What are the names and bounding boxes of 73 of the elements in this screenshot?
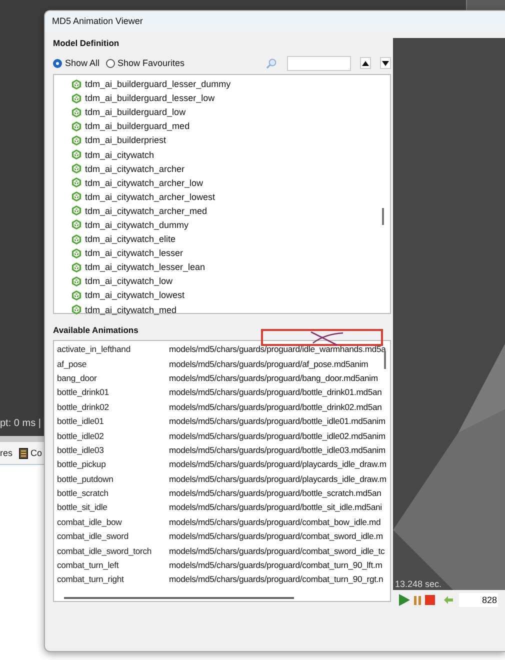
tree-item[interactable]: tdm_ai_citywatch_lesser_lean	[54, 260, 390, 274]
radio-option[interactable]: Show All	[53, 58, 100, 68]
down-triangle-icon	[382, 60, 389, 66]
list-row[interactable]: activate_in_lefthand models/md5/chars/guards/proguard/idle_warmhands.md5a	[54, 342, 390, 356]
cube-icon	[71, 248, 82, 259]
tree-item[interactable]: tdm_ai_citywatch_archer_lowest	[54, 190, 390, 204]
tree-item[interactable]: tdm_ai_citywatch_elite	[54, 232, 390, 246]
radio-button[interactable]	[53, 58, 62, 68]
cube-icon	[71, 106, 82, 118]
cube-icon	[71, 219, 82, 230]
cube-icon	[71, 163, 82, 174]
up-triangle-icon	[362, 60, 369, 66]
tree-item[interactable]: tdm_ai_builderguard_lesser_dummy	[54, 77, 390, 92]
tree-item[interactable]: tdm_ai_citywatch	[54, 147, 390, 162]
play-button[interactable]	[399, 594, 410, 606]
section-heading: Available Animations	[53, 325, 138, 335]
tree-item[interactable]: tdm_ai_citywatch_med	[54, 302, 390, 317]
tree-item[interactable]: tdm_ai_citywatch_lesser	[54, 246, 390, 260]
tab[interactable]: Co	[18, 448, 42, 458]
cube-icon	[71, 177, 82, 188]
cube-icon	[71, 234, 82, 245]
list-row[interactable]: bottle_sit_idle models/md5/chars/guards/proguard/bottle_sit_idle.md5ani	[54, 500, 390, 515]
tab[interactable]: res	[0, 448, 13, 458]
tree-item[interactable]: tdm_ai_builderguard_med	[54, 119, 390, 134]
cube-icon	[71, 205, 82, 216]
cube-icon	[71, 276, 82, 287]
console-icon	[18, 448, 28, 458]
radio-option[interactable]: Show Favourites	[106, 58, 185, 68]
cube-icon	[71, 191, 82, 202]
move-down-button[interactable]	[380, 57, 391, 69]
cube-icon	[71, 120, 82, 132]
move-up-button[interactable]	[360, 57, 371, 69]
window-title: MD5 Animation Viewer	[52, 16, 143, 26]
list-row[interactable]: bottle_putdown models/md5/chars/guards/proguard/playcards_idle_draw.m	[54, 472, 390, 486]
list-row[interactable]: bottle_scratch models/md5/chars/guards/proguard/bottle_scratch.md5an	[54, 486, 390, 500]
tree-item[interactable]: tdm_ai_citywatch_lowest	[54, 288, 390, 302]
list-row[interactable]: bottle_drink01 models/md5/chars/guards/proguard/bottle_drink01.md5an	[54, 385, 390, 400]
tree-item[interactable]: tdm_ai_citywatch_archer_low	[54, 176, 390, 190]
list-row[interactable]: bottle_pickup models/md5/chars/guards/proguard/playcards_idle_draw.m	[54, 457, 390, 472]
status-text: pt: 0 ms |	[0, 418, 41, 428]
tree-item[interactable]: tdm_ai_builderpriest	[54, 133, 390, 148]
list-row[interactable]: combat_turn_right models/md5/chars/guards/proguard/combat_turn_90_rgt.n	[54, 572, 390, 587]
list-row[interactable]: combat_idle_bow models/md5/chars/guards/proguard/combat_bow_idle.md	[54, 514, 390, 530]
frame-spinbox[interactable]: 828	[459, 593, 498, 607]
radio-button[interactable]	[106, 58, 115, 68]
cube-icon	[71, 149, 82, 160]
list-row[interactable]: combat_turn_left models/md5/chars/guards/proguard/combat_turn_90_lft.m	[54, 558, 390, 572]
list-row[interactable]: bottle_idle01 models/md5/chars/guards/proguard/bottle_idle01.md5anim	[54, 414, 390, 428]
search-icon	[266, 58, 277, 68]
list-row[interactable]: bottle_drink02 models/md5/chars/guards/proguard/bottle_drink02.md5an	[54, 400, 390, 414]
list-row[interactable]: bottle_idle02 models/md5/chars/guards/proguard/bottle_idle02.md5anim	[54, 428, 390, 443]
cube-icon	[71, 78, 82, 90]
tree-item[interactable]: tdm_ai_builderguard_low	[54, 105, 390, 120]
list-row[interactable]: af_pose models/md5/chars/guards/proguard/af_pose.md5anim	[54, 356, 390, 371]
time-readout: 13.248 sec.	[395, 579, 442, 589]
3d-viewport[interactable]: 13.248 sec.	[393, 38, 505, 590]
search-field[interactable]	[287, 56, 351, 70]
cube-icon	[71, 92, 82, 104]
list-row[interactable]: combat_idle_sword_torch models/md5/chars/guards/proguard/combat_sword_idle_tc	[54, 543, 390, 558]
back-button[interactable]	[444, 596, 453, 604]
cube-icon	[71, 262, 82, 273]
list-row[interactable]: combat_idle_sword models/md5/chars/guards/proguard/combat_sword_idle.m	[54, 529, 390, 544]
tree-item[interactable]: tdm_ai_citywatch_archer_med	[54, 204, 390, 218]
tree-item[interactable]: tdm_ai_citywatch_archer	[54, 162, 390, 176]
cube-icon	[71, 134, 82, 146]
cube-icon	[71, 290, 82, 301]
section-heading: Model Definition	[53, 38, 120, 48]
tree-item[interactable]: tdm_ai_citywatch_low	[54, 274, 390, 288]
tree-item[interactable]: tdm_ai_builderguard_lesser_low	[54, 91, 390, 106]
tree-item[interactable]: tdm_ai_citywatch_dummy	[54, 218, 390, 232]
list-row[interactable]: bang_door models/md5/chars/guards/proguard/bang_door.md5anim	[54, 370, 390, 386]
pause-button[interactable]	[414, 596, 421, 604]
list-row[interactable]: bottle_idle03 models/md5/chars/guards/proguard/bottle_idle03.md5anim	[54, 442, 390, 458]
